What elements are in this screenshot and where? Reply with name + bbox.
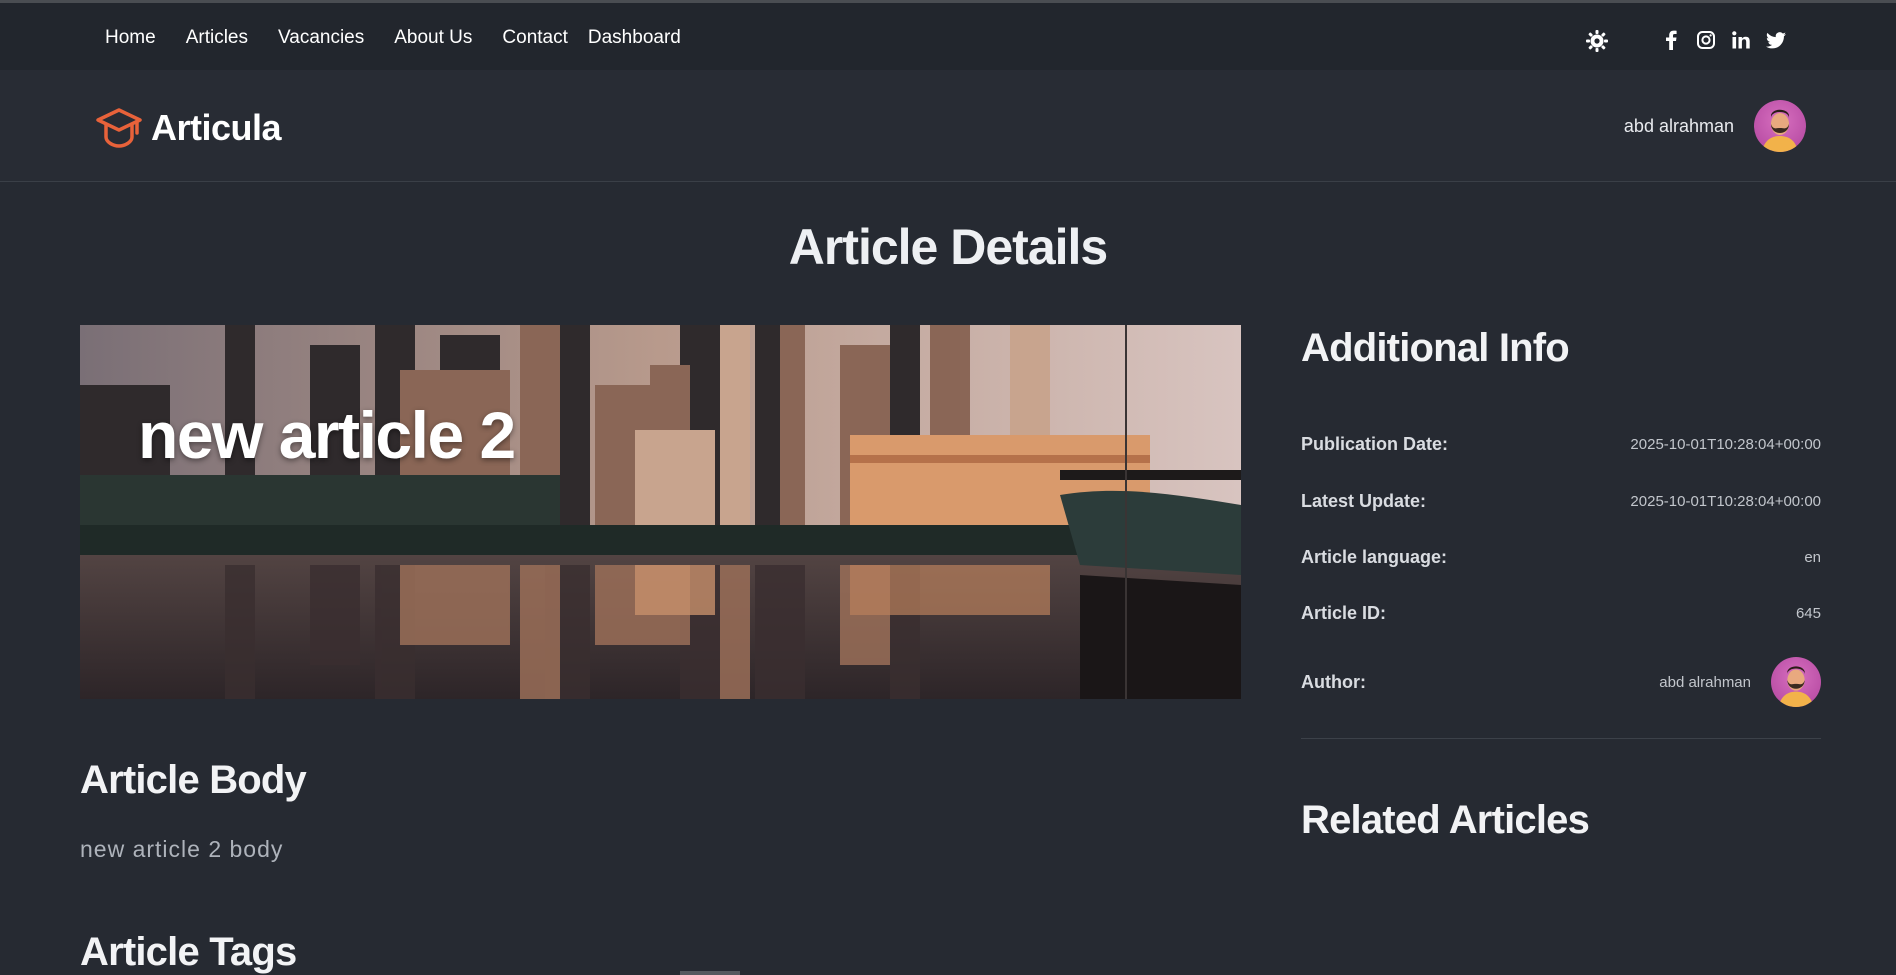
article-title: new article 2	[138, 398, 516, 472]
info-label: Publication Date:	[1301, 434, 1449, 454]
avatar	[1754, 100, 1806, 152]
top-bar: Home Articles Vacancies About Us Contact…	[0, 0, 1896, 70]
nav-link-home[interactable]: Home	[105, 27, 156, 49]
info-value: 2025-10-01T10:28:04+00:00	[1630, 436, 1821, 453]
nav-link-vacancies[interactable]: Vacancies	[278, 27, 364, 49]
related-articles-heading: Related Articles	[1301, 798, 1590, 842]
page-title: Article Details	[788, 219, 1108, 275]
user-menu[interactable]: abd alrahman	[1624, 100, 1806, 152]
top-nav: Home Articles Vacancies About Us Contact…	[105, 3, 711, 73]
sidebar-divider	[1301, 738, 1821, 739]
horizontal-scrollbar[interactable]	[680, 971, 740, 975]
author-avatar	[1771, 657, 1821, 707]
additional-info-heading: Additional Info	[1301, 326, 1570, 370]
info-label: Article ID:	[1301, 603, 1387, 623]
city-skyline-photo	[80, 325, 1241, 699]
author-link[interactable]: abd alrahman	[1659, 657, 1821, 707]
nav-link-contact[interactable]: Contact	[502, 27, 567, 49]
facebook-icon[interactable]	[1660, 29, 1682, 51]
nav-link-about-us[interactable]: About Us	[394, 27, 472, 49]
info-row-language: Article language: en	[1301, 547, 1821, 568]
article-tags-heading: Article Tags	[80, 930, 297, 974]
info-value: 645	[1795, 605, 1821, 622]
user-name: abd alrahman	[1623, 115, 1734, 136]
linkedin-icon[interactable]	[1730, 29, 1752, 51]
instagram-icon[interactable]	[1695, 29, 1717, 51]
twitter-icon[interactable]	[1765, 29, 1787, 51]
info-label: Article language:	[1301, 547, 1448, 567]
author-name: abd alrahman	[1659, 673, 1751, 691]
brand-logo[interactable]: Articula	[95, 106, 282, 150]
site-header: Articula abd alrahman	[0, 70, 1896, 182]
theme-toggle-icon[interactable]	[1585, 29, 1609, 53]
info-row-latest-update: Latest Update: 2025-10-01T10:28:04+00:00	[1301, 491, 1821, 512]
graduation-cap-icon	[95, 106, 143, 150]
author-label: Author:	[1301, 671, 1366, 692]
info-row-article-id: Article ID: 645	[1301, 603, 1821, 624]
nav-link-articles[interactable]: Articles	[186, 27, 248, 49]
article-hero-image: new article 2	[80, 325, 1241, 699]
article-body-text: new article 2 body	[80, 836, 284, 862]
info-row-author: Author: abd alrahman	[1301, 657, 1821, 707]
nav-link-dashboard[interactable]: Dashboard	[588, 27, 681, 49]
article-body-heading: Article Body	[80, 758, 307, 802]
social-links	[1660, 29, 1800, 51]
info-value: 2025-10-01T10:28:04+00:00	[1630, 493, 1821, 510]
info-value: en	[1804, 549, 1821, 566]
info-label: Latest Update:	[1301, 491, 1427, 511]
brand-name: Articula	[151, 107, 282, 148]
info-row-publication-date: Publication Date: 2025-10-01T10:28:04+00…	[1301, 434, 1821, 455]
